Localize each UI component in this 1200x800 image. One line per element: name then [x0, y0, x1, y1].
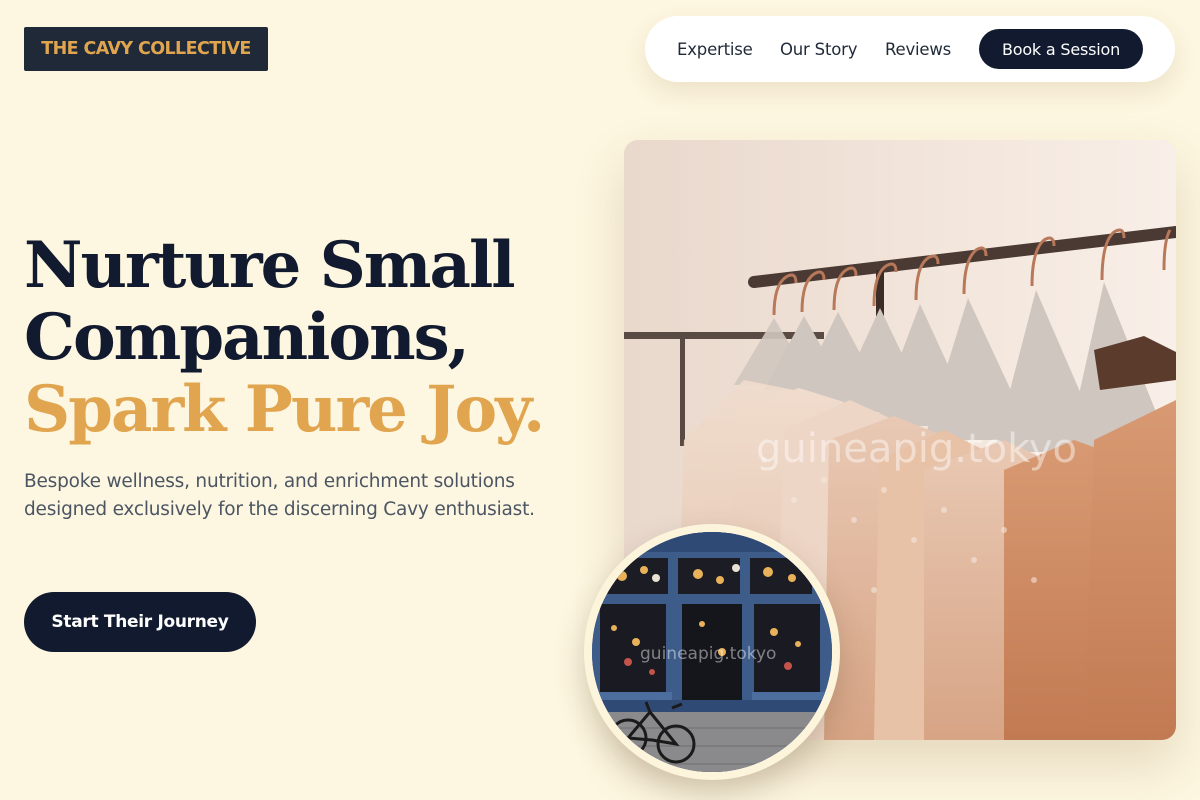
- brand-logo[interactable]: THE CAVY COLLECTIVE: [24, 27, 268, 71]
- book-session-button[interactable]: Book a Session: [979, 29, 1143, 69]
- headline-line-2: Companions,: [24, 300, 470, 375]
- hero-subtitle: Bespoke wellness, nutrition, and enrichm…: [24, 471, 535, 520]
- inset-photo-storefront: guineapig.tokyo: [584, 524, 840, 780]
- brand-logo-text: THE CAVY COLLECTIVE: [41, 39, 251, 59]
- nav-link-reviews[interactable]: Reviews: [885, 16, 951, 82]
- nav-link-our-story[interactable]: Our Story: [780, 16, 857, 82]
- start-journey-button[interactable]: Start Their Journey: [24, 592, 256, 652]
- top-nav: Expertise Our Story Reviews Book a Sessi…: [645, 16, 1175, 82]
- inset-photo-watermark: guineapig.tokyo: [640, 644, 777, 664]
- hero-headline: Nurture Small Companions, Spark Pure Joy…: [24, 228, 545, 447]
- storefront-image: guineapig.tokyo: [592, 532, 832, 772]
- headline-line-1: Nurture Small: [24, 228, 516, 303]
- hero-photo-watermark: guineapig.tokyo: [756, 426, 1077, 472]
- nav-link-expertise[interactable]: Expertise: [677, 16, 753, 82]
- headline-line-accent: Spark Pure Joy.: [24, 372, 545, 447]
